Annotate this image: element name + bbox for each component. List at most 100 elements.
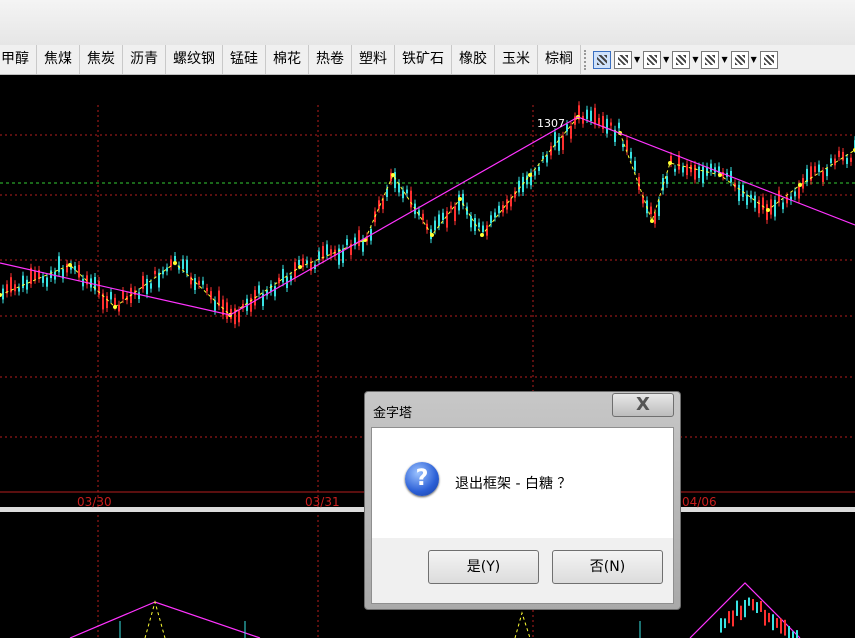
candle-body xyxy=(454,206,456,222)
tab-bitumen[interactable]: 沥青 xyxy=(123,45,166,74)
candle-body xyxy=(562,135,564,150)
zigzag-point xyxy=(113,305,117,309)
zigzag-point xyxy=(798,183,802,187)
candle-body xyxy=(758,200,760,214)
candle-body xyxy=(546,155,548,163)
candle-body xyxy=(446,211,448,228)
axis-tool-button[interactable]: ▼ xyxy=(701,49,728,71)
zigzag-point xyxy=(668,161,672,165)
candle-body xyxy=(26,279,28,290)
confirm-dialog: 金字塔 X ? 退出框架 - 白糖 ？ 是(Y) 否(N) xyxy=(364,391,681,610)
zigzag-line xyxy=(0,116,855,316)
candle-body xyxy=(534,171,536,176)
window-title-bar xyxy=(0,0,855,46)
dialog-message: 退出框架 - 白糖 ？ xyxy=(455,476,572,492)
no-button[interactable]: 否(N) xyxy=(552,550,663,584)
candle-body xyxy=(410,190,412,208)
bars-tool-button[interactable]: ▼ xyxy=(672,49,698,71)
tab-cotton[interactable]: 棉花 xyxy=(266,45,309,74)
candle-body xyxy=(378,200,380,209)
candle-body xyxy=(318,251,320,260)
candle-body xyxy=(14,284,16,292)
candle-body xyxy=(486,225,488,236)
candle-body xyxy=(198,280,200,285)
draw-tool-button[interactable] xyxy=(593,49,611,71)
candle-body xyxy=(772,614,774,631)
candle-body xyxy=(558,137,560,151)
candle-body xyxy=(434,220,436,231)
candle-body xyxy=(786,196,788,204)
tab-iron-ore[interactable]: 铁矿石 xyxy=(395,45,452,74)
date-label: 03/31 xyxy=(305,495,340,509)
tab-palm-oil[interactable]: 棕榈 xyxy=(538,45,581,74)
candle-body xyxy=(724,618,726,629)
candle-body xyxy=(478,222,480,228)
tab-corn[interactable]: 玉米 xyxy=(495,45,538,74)
candle-body xyxy=(782,202,784,210)
zigzag-point xyxy=(0,293,2,297)
zigzag-line xyxy=(144,600,166,638)
tab-plastic[interactable]: 塑料 xyxy=(352,45,395,74)
tab-hot-rolled-coil[interactable]: 热卷 xyxy=(309,45,352,74)
tab-coking-coal[interactable]: 焦煤 xyxy=(37,45,80,74)
candle-body xyxy=(570,126,572,139)
candle-body xyxy=(326,244,328,255)
candle-body xyxy=(494,212,496,218)
grid-tool-button[interactable]: ▼ xyxy=(730,49,757,71)
tab-rubber[interactable]: 橡胶 xyxy=(452,45,495,74)
candle-body xyxy=(518,180,520,193)
tab-silicomanganese[interactable]: 锰硅 xyxy=(223,45,266,74)
candle-body xyxy=(502,205,504,213)
candle-body xyxy=(818,164,820,172)
candle-body xyxy=(510,198,512,207)
question-icon: ? xyxy=(405,462,439,496)
candle-body xyxy=(610,122,612,126)
candle-body xyxy=(702,166,704,184)
zigzag-point xyxy=(480,233,484,237)
candle-body xyxy=(282,268,284,283)
candle-body xyxy=(170,259,172,267)
candle-body xyxy=(744,599,746,618)
dialog-body: ? 退出框架 - 白糖 ？ 是(Y) 否(N) xyxy=(371,427,674,604)
hatch-tool-button[interactable] xyxy=(759,49,778,71)
candle-body xyxy=(58,256,60,273)
tab-coke[interactable]: 焦炭 xyxy=(80,45,123,74)
candle-body xyxy=(760,601,762,612)
candle-body xyxy=(768,612,770,623)
yes-button[interactable]: 是(Y) xyxy=(428,550,539,584)
candle-body xyxy=(306,260,308,264)
candle-body xyxy=(82,278,84,287)
chevron-down-icon: ▼ xyxy=(721,55,728,64)
candle-body xyxy=(682,166,684,173)
candle-body xyxy=(728,611,730,624)
candle-body xyxy=(238,310,240,323)
candle-body xyxy=(470,215,472,228)
toolbar-separator xyxy=(584,49,590,70)
zigzag-point xyxy=(68,263,72,267)
candle-body xyxy=(822,171,824,182)
tab-methanol[interactable]: 甲醇 xyxy=(0,45,37,74)
candle-body xyxy=(358,230,360,247)
line-tool-button[interactable]: ▼ xyxy=(614,49,640,71)
candle-body xyxy=(756,602,758,614)
candle-body xyxy=(526,175,528,185)
zigzag-point xyxy=(391,173,395,177)
candle-body xyxy=(762,197,764,210)
candle-body xyxy=(398,183,400,193)
candle-body xyxy=(590,110,592,121)
dialog-close-button[interactable]: X xyxy=(612,393,674,417)
candle-body xyxy=(748,597,750,606)
candle-body xyxy=(738,184,740,202)
candle-body xyxy=(666,176,668,184)
chevron-down-icon: ▼ xyxy=(663,55,670,64)
candle-body xyxy=(194,278,196,290)
date-label: 04/06 xyxy=(682,495,717,509)
indicator-tool-button[interactable]: ▼ xyxy=(643,49,669,71)
candle-body xyxy=(638,176,640,190)
candle-body xyxy=(838,150,840,157)
candle-body xyxy=(630,151,632,159)
close-icon: X xyxy=(636,394,650,415)
candle-body xyxy=(542,155,544,159)
candle-body xyxy=(598,117,600,125)
tab-rebar[interactable]: 螺纹钢 xyxy=(166,45,223,74)
